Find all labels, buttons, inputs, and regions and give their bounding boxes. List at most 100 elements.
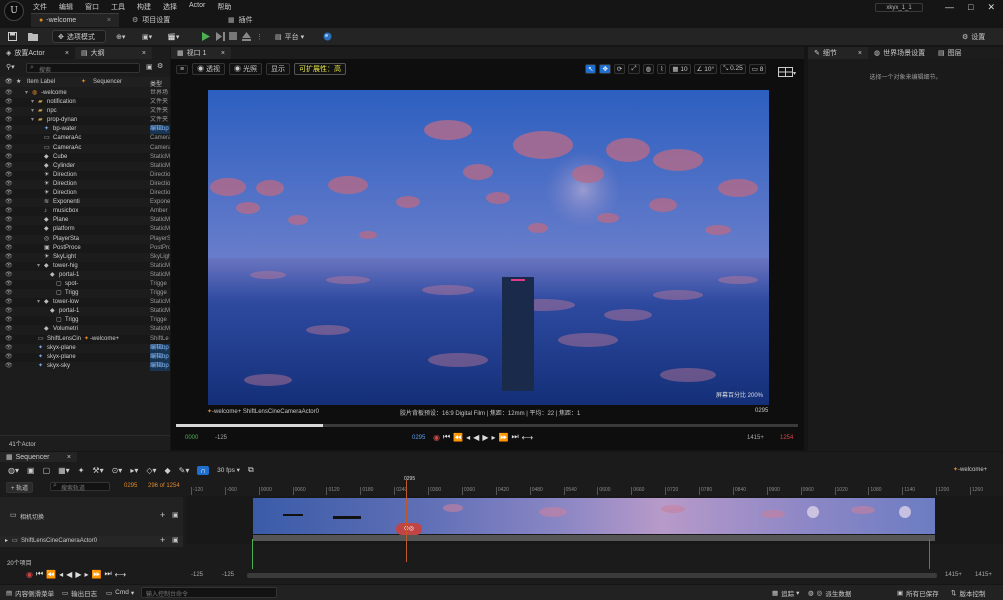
visibility-icon[interactable]: 👁︎: [5, 162, 13, 171]
next-key-icon[interactable]: ⏩: [499, 433, 509, 442]
scale-snap-button[interactable]: ⤡ 0.25: [720, 64, 746, 74]
outliner-row[interactable]: 👁︎ ◆ Volumetri StaticM: [0, 325, 170, 334]
save-as-icon[interactable]: ▢: [43, 466, 51, 475]
go-end-icon[interactable]: ⏭: [104, 569, 111, 579]
key-tools-icon[interactable]: ⚒▾: [92, 466, 103, 475]
next-key-icon[interactable]: ⏩: [92, 570, 102, 579]
visibility-icon[interactable]: 👁︎: [5, 253, 13, 262]
expand-icon[interactable]: ▾: [31, 116, 34, 125]
go-start-icon[interactable]: ⏮: [36, 569, 43, 579]
column-item-label[interactable]: Item Label: [27, 79, 55, 85]
curve-icon[interactable]: ◆: [165, 466, 171, 475]
clip-icon[interactable]: ⧉: [248, 465, 254, 475]
save-button[interactable]: [8, 30, 17, 43]
seq-current-frame[interactable]: 0295: [124, 483, 137, 489]
perspective-button[interactable]: ◉ 透视: [192, 63, 226, 75]
outliner-row[interactable]: 👁︎ ◆ Cylinder StaticM: [0, 162, 170, 171]
go-end-icon[interactable]: ⏭: [511, 432, 518, 442]
blueprint-button[interactable]: ▣▾: [142, 30, 152, 43]
tab-place-actors[interactable]: ◈ 放置Actor ×: [0, 47, 75, 59]
tab-plugins[interactable]: ▦ 插件: [220, 13, 261, 27]
visibility-icon[interactable]: 👁︎: [5, 362, 13, 371]
play-reverse-icon[interactable]: ◀: [473, 433, 479, 442]
derived-data-button[interactable]: ◍ ◎ 派生数据: [808, 587, 851, 598]
visibility-icon[interactable]: 👁︎: [5, 134, 13, 143]
add-track-button[interactable]: + 轨道: [6, 482, 34, 493]
outliner-row[interactable]: 👁︎ ✦ skyx-plane 编辑bp: [0, 352, 170, 362]
outliner-row[interactable]: 👁︎ ◆ Plane StaticM: [0, 216, 170, 225]
view-icon[interactable]: ⊙▾: [112, 466, 123, 475]
console-input[interactable]: 输入控制台命令: [141, 587, 277, 598]
outliner-row[interactable]: 👁︎☀DirectionDirection: [0, 170, 170, 180]
outliner-row[interactable]: 👁︎ ▢ spot- Trigge: [0, 279, 170, 290]
play-icon[interactable]: ▶: [75, 570, 81, 579]
grid-snap-button[interactable]: ▦ 10: [669, 64, 691, 74]
outliner-row[interactable]: 👁︎ ▾ ◆ tower-low StaticM: [0, 298, 170, 308]
end-frame[interactable]: 1254: [780, 435, 793, 441]
visibility-icon[interactable]: 👁︎: [5, 89, 13, 98]
outliner-row[interactable]: 👁︎ ≋ Exponenti Expone: [0, 198, 170, 207]
close-button[interactable]: ✕: [987, 2, 995, 13]
visibility-icon[interactable]: 👁︎: [5, 271, 13, 280]
outliner-row[interactable]: 👁︎ ▾ ▰ npc 文件夹: [0, 107, 170, 116]
prev-frame-icon[interactable]: ◂: [466, 433, 470, 442]
visibility-icon[interactable]: 👁︎: [5, 116, 13, 125]
visibility-icon[interactable]: 👁︎: [5, 225, 13, 234]
outliner-search-input[interactable]: ⌕ 搜索: [26, 63, 140, 74]
view-end[interactable]: 1415+: [975, 572, 992, 578]
outliner-row[interactable]: 👁︎ ▭ ShiftLensCin ✦ -welcome+ ShiftLe: [0, 334, 170, 344]
visibility-icon[interactable]: 👁︎: [5, 180, 13, 189]
next-frame-icon[interactable]: ▸: [491, 433, 495, 442]
loop-icon[interactable]: ⟷: [522, 433, 533, 442]
track-camera-actor[interactable]: ▸ ▭ ShiftLensCineCameraActor0 + ▣: [0, 535, 183, 547]
view-start[interactable]: -125: [191, 572, 203, 578]
expand-icon[interactable]: ▾: [31, 98, 34, 107]
visibility-icon[interactable]: 👁︎: [5, 153, 13, 162]
prev-frame-icon[interactable]: ◂: [59, 570, 63, 579]
visibility-icon[interactable]: 👁︎: [5, 344, 13, 353]
close-tab-icon[interactable]: ×: [107, 17, 111, 24]
menu-item[interactable]: 构建: [137, 2, 151, 12]
viewport-scene-image[interactable]: 屏幕百分比 200%: [208, 90, 769, 405]
scalability-button[interactable]: 可扩展性：高: [294, 63, 346, 75]
playback-scrub-bar[interactable]: [176, 424, 798, 427]
loop-icon[interactable]: ⟷: [115, 570, 126, 579]
outliner-row[interactable]: 👁︎ ▾ ▰ notification 文件夹: [0, 98, 170, 108]
current-frame[interactable]: 0295: [412, 435, 425, 441]
play-options-button[interactable]: ⋮: [256, 30, 263, 43]
eject-button[interactable]: [242, 30, 251, 43]
tab-sequencer[interactable]: ▦ Sequencer ×: [0, 452, 77, 462]
outliner-row[interactable]: 👁︎ ◆ portal-1 StaticM: [0, 271, 170, 280]
close-tab-icon[interactable]: ×: [142, 50, 146, 57]
playhead[interactable]: 0295: [404, 476, 415, 562]
record-icon[interactable]: ◉: [433, 433, 440, 442]
camera-icon[interactable]: ▣: [172, 511, 179, 519]
outliner-row[interactable]: 👁︎ ▢ Trigg Trigge: [0, 289, 170, 298]
timeline-area[interactable]: ⊙◎: [186, 496, 1003, 544]
visibility-icon[interactable]: 👁︎: [5, 107, 13, 116]
select-mode-icon[interactable]: ↖: [585, 64, 597, 74]
visibility-icon[interactable]: 👁︎: [5, 316, 13, 325]
menu-item[interactable]: Actor: [189, 2, 205, 12]
visibility-icon[interactable]: 👁︎: [5, 98, 13, 107]
visibility-icon[interactable]: 👁︎: [5, 189, 13, 198]
expand-icon[interactable]: ▸: [5, 537, 8, 544]
world-local-icon[interactable]: ◍: [642, 64, 655, 74]
expand-icon[interactable]: ▾: [37, 262, 40, 271]
play-reverse-icon[interactable]: ◀: [66, 570, 72, 579]
rotate-icon[interactable]: ⟳: [613, 64, 626, 74]
visibility-icon[interactable]: 👁︎: [5, 335, 13, 344]
snap-icon[interactable]: ∩: [197, 465, 210, 475]
start-marker[interactable]: [252, 539, 253, 569]
menu-item[interactable]: 编辑: [59, 2, 73, 12]
browse-button[interactable]: [28, 30, 38, 43]
outliner-row[interactable]: 👁︎ ▢ Trigg Trigge: [0, 316, 170, 326]
star-icon[interactable]: ★: [16, 78, 21, 85]
prev-key-icon[interactable]: ⏪: [453, 433, 463, 442]
timeline-ruler[interactable]: -120 -060 0000 0060 0120 0180 0240 0300 0360 0420…: [186, 487, 1003, 495]
add-folder-icon[interactable]: ▣: [146, 63, 153, 71]
close-tab-icon[interactable]: ×: [858, 50, 862, 57]
actor-icon[interactable]: ✦: [78, 466, 85, 475]
mode-select[interactable]: ✥ 选项模式: [52, 30, 106, 43]
fps-select[interactable]: 30 fps ▾: [217, 466, 240, 474]
